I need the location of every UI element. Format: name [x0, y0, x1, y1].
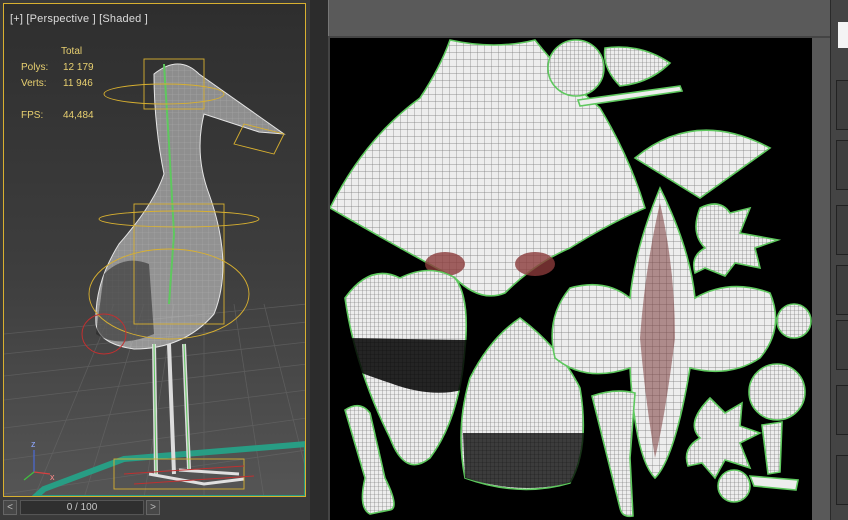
polys-value: 12 179 [63, 62, 94, 73]
fps-label: FPS: [21, 110, 44, 121]
uv-shell-disc-3 [717, 469, 751, 503]
verts-value: 11 946 [63, 78, 93, 89]
panel-rollout-1[interactable] [836, 80, 848, 130]
panel-rollout-5[interactable] [836, 320, 848, 370]
fps-value: 44,484 [63, 110, 94, 121]
panel-rollout-3[interactable] [836, 205, 848, 255]
uv-shell-fan [633, 129, 772, 199]
polys-label: Polys: [21, 62, 49, 73]
stats-header: Total [61, 46, 83, 57]
uv-shell-disc-1 [776, 303, 812, 339]
perspective-viewport[interactable]: z x [+] [Perspective ] [Shaded ] Total P… [0, 0, 310, 520]
svg-text:z: z [31, 439, 36, 449]
command-panel[interactable] [830, 0, 848, 520]
panel-rollout-4[interactable] [836, 265, 848, 315]
uv-shell-foot-bottom [685, 396, 763, 480]
time-slider[interactable]: < 0 / 100 > [3, 500, 160, 516]
panel-rollout-6[interactable] [836, 385, 848, 435]
frame-counter-slider[interactable]: 0 / 100 [20, 500, 144, 515]
uv-editor-canvas[interactable] [330, 38, 812, 520]
uv-shell-leg-right [591, 390, 636, 518]
axis-gizmo: z x [23, 439, 55, 482]
splitter[interactable] [310, 0, 328, 520]
uv-shell-eye [547, 39, 605, 97]
panel-swatch[interactable] [838, 22, 848, 48]
prev-frame-button[interactable]: < [3, 500, 17, 515]
svg-text:x: x [50, 472, 55, 482]
uv-editor-scrollbar[interactable] [812, 38, 830, 520]
viewport-frame[interactable]: z x [+] [Perspective ] [Shaded ] Total P… [3, 3, 306, 497]
statistics-overlay: Total Polys: 12 179 Verts: 11 946 FPS: 44,4… [21, 44, 94, 124]
verts-label: Verts: [21, 78, 47, 89]
uv-editor-toolbar [328, 0, 831, 36]
uv-shell-foot-top [692, 203, 782, 277]
panel-rollout-2[interactable] [836, 140, 848, 190]
uv-shell-beak [603, 46, 672, 87]
viewport-label[interactable]: [+] [Perspective ] [Shaded ] [10, 13, 148, 25]
uv-shell-disc-2 [748, 363, 806, 421]
uv-layout [330, 39, 812, 518]
next-frame-button[interactable]: > [146, 500, 160, 515]
panel-rollout-7[interactable] [836, 455, 848, 505]
